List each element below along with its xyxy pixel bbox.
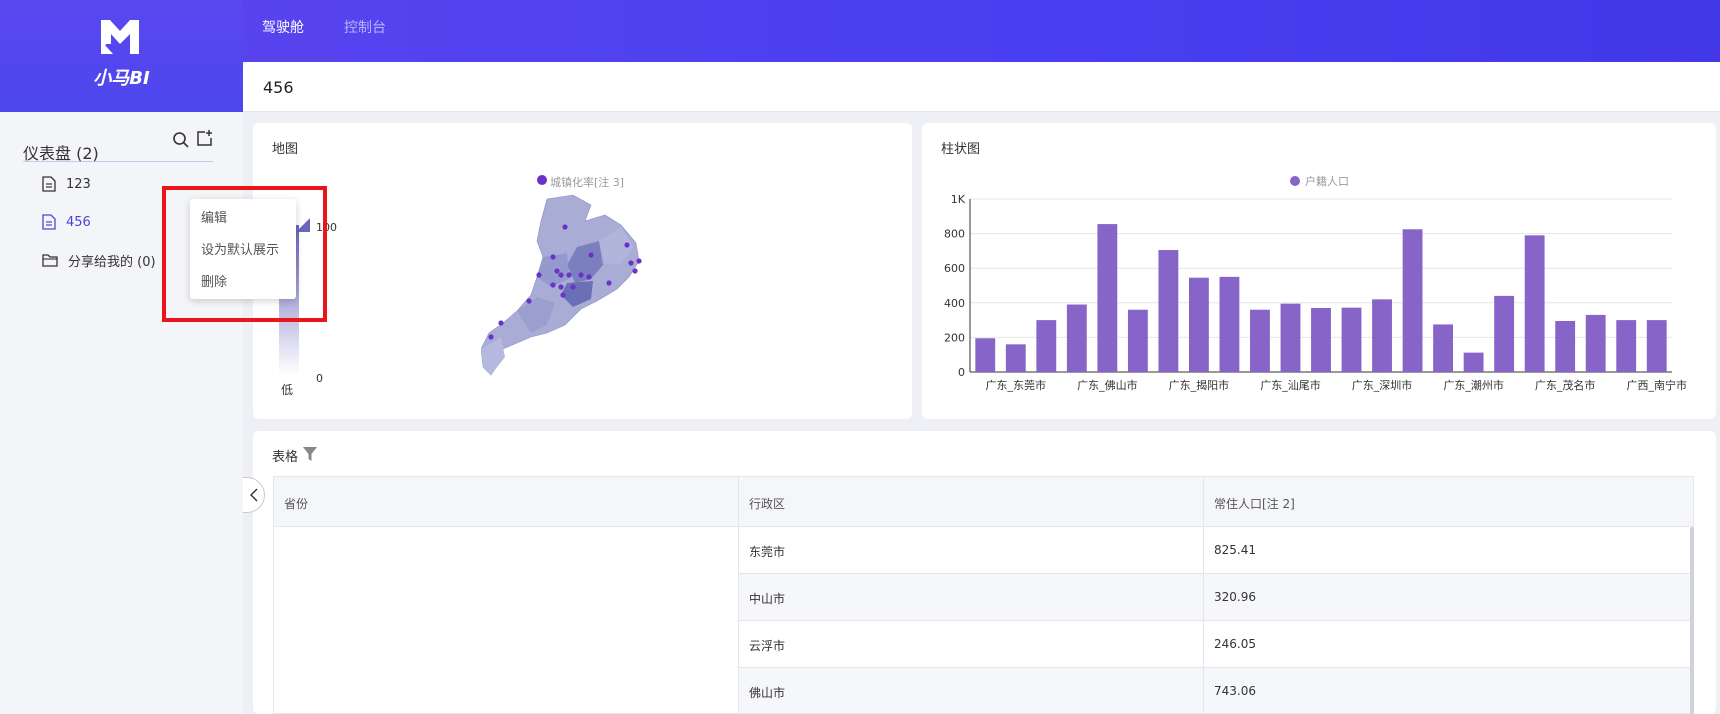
province-merged-cell [274, 527, 739, 713]
bar [1494, 295, 1515, 372]
logo-area: 小马BI [0, 0, 243, 112]
menu-item-edit[interactable]: 编辑 [201, 207, 227, 226]
search-icon[interactable] [172, 131, 190, 149]
bar [1433, 324, 1454, 372]
table-cell-population: 320.96 [1204, 574, 1693, 621]
scale-low-label: 低 [281, 383, 294, 397]
tab-console[interactable]: 控制台 [344, 17, 386, 37]
table-cell-district: 中山市 [739, 574, 1204, 621]
table-cell-district: 佛山市 [739, 668, 1204, 713]
header-tabs: 驾驶舱 控制台 [262, 0, 426, 54]
table-scrollbar[interactable] [1690, 527, 1694, 714]
top-header: 驾驶舱 控制台 [0, 0, 1720, 62]
dashboard-title-bar: 456 [243, 62, 1720, 112]
menu-item-set-default[interactable]: 设为默认展示 [201, 239, 279, 258]
bar [975, 338, 996, 372]
x-tick-label: 广东_东莞市 [986, 378, 1047, 392]
filter-icon[interactable] [303, 447, 317, 461]
bar [1616, 320, 1637, 372]
sidebar-item-123[interactable]: 123 [42, 173, 91, 195]
x-tick-label: 广东_深圳市 [1352, 378, 1413, 392]
x-tick-label: 广东_茂名市 [1535, 378, 1596, 392]
column-header-population[interactable]: 常住人口[注 2] [1204, 477, 1693, 527]
logo-text: 小马BI [93, 68, 150, 89]
sidebar-item-label: 分享给我的 (0) [68, 254, 156, 270]
chevron-left-icon [249, 488, 257, 502]
table-card-title: 表格 [272, 450, 299, 465]
bar [1524, 235, 1545, 372]
logo-icon [101, 20, 139, 54]
map-card: 地图 城镇化率[注 3] [253, 123, 912, 419]
tab-cockpit[interactable]: 驾驶舱 [262, 17, 304, 37]
y-tick-label: 600 [944, 262, 965, 275]
bar [1372, 299, 1392, 372]
table-cell-district: 东莞市 [739, 527, 1204, 574]
bar [1585, 314, 1606, 372]
page-title: 456 [263, 78, 294, 97]
sidebar-item-456[interactable]: 456 [42, 211, 91, 233]
table-cell-population: 743.06 [1204, 668, 1693, 713]
bar [1646, 320, 1667, 372]
add-dashboard-icon[interactable] [196, 129, 214, 147]
legend-marker [1290, 176, 1300, 186]
sidebar-item-label: 123 [66, 176, 91, 192]
scale-min-label: 0 [316, 372, 323, 385]
bar [1219, 276, 1240, 372]
bar [1341, 307, 1362, 372]
x-tick-label: 广东_潮州市 [1443, 378, 1504, 392]
bar [1005, 344, 1026, 372]
bar [1280, 303, 1301, 372]
context-menu: 编辑 设为默认展示 删除 [190, 199, 296, 299]
folder-icon [42, 254, 58, 267]
bar [1036, 320, 1057, 372]
document-icon [42, 176, 56, 192]
legend-label: 户籍人口 [1305, 174, 1349, 188]
bar [1066, 304, 1087, 372]
y-tick-label: 1K [951, 193, 966, 206]
bar [1250, 309, 1270, 372]
map-legend-label: 城镇化率[注 3] [550, 176, 625, 189]
y-tick-label: 400 [944, 297, 965, 310]
guangdong-map[interactable] [481, 191, 681, 381]
menu-item-delete[interactable]: 删除 [201, 271, 227, 290]
x-tick-label: 广东_揭阳市 [1169, 378, 1230, 392]
y-tick-label: 800 [944, 228, 965, 241]
bar [1555, 320, 1576, 372]
legend-dot-icon [537, 175, 547, 185]
x-tick-label: 广西_南宁市 [1626, 378, 1687, 392]
data-table: 省份 行政区 常住人口[注 2] 东莞市 825.41 中山市 320.96 云… [273, 476, 1694, 714]
table-cell-population: 246.05 [1204, 621, 1693, 668]
x-tick-label: 广东_佛山市 [1077, 378, 1138, 392]
bar [1188, 277, 1209, 372]
bar [1311, 307, 1331, 372]
map-card-title: 地图 [272, 142, 299, 157]
bar [1402, 229, 1423, 372]
bar [1463, 352, 1484, 372]
sidebar-title: 仪表盘 (2) [23, 144, 99, 163]
column-header-province[interactable]: 省份 [274, 477, 739, 527]
bar-chart: 户籍人口 0 200 400 600 800 1K 广东_东莞市 广东_佛山市 广东_揭阳市 广东_… [944, 174, 1687, 392]
y-tick-label: 200 [944, 331, 965, 344]
bar [1097, 224, 1118, 372]
sidebar-item-shared[interactable]: 分享给我的 (0) [42, 249, 156, 271]
column-header-district[interactable]: 行政区 [739, 477, 1204, 527]
x-tick-label: 广东_汕尾市 [1260, 378, 1321, 392]
document-icon [42, 214, 56, 230]
y-tick-label: 0 [958, 366, 965, 379]
table-cell-population: 825.41 [1204, 527, 1693, 574]
table-cell-district: 云浮市 [739, 621, 1204, 668]
sidebar-item-label: 456 [66, 214, 91, 230]
scale-handle-icon[interactable] [296, 218, 310, 232]
bar [1127, 309, 1148, 372]
scale-max-label: 100 [316, 221, 337, 234]
bar [1158, 250, 1179, 372]
